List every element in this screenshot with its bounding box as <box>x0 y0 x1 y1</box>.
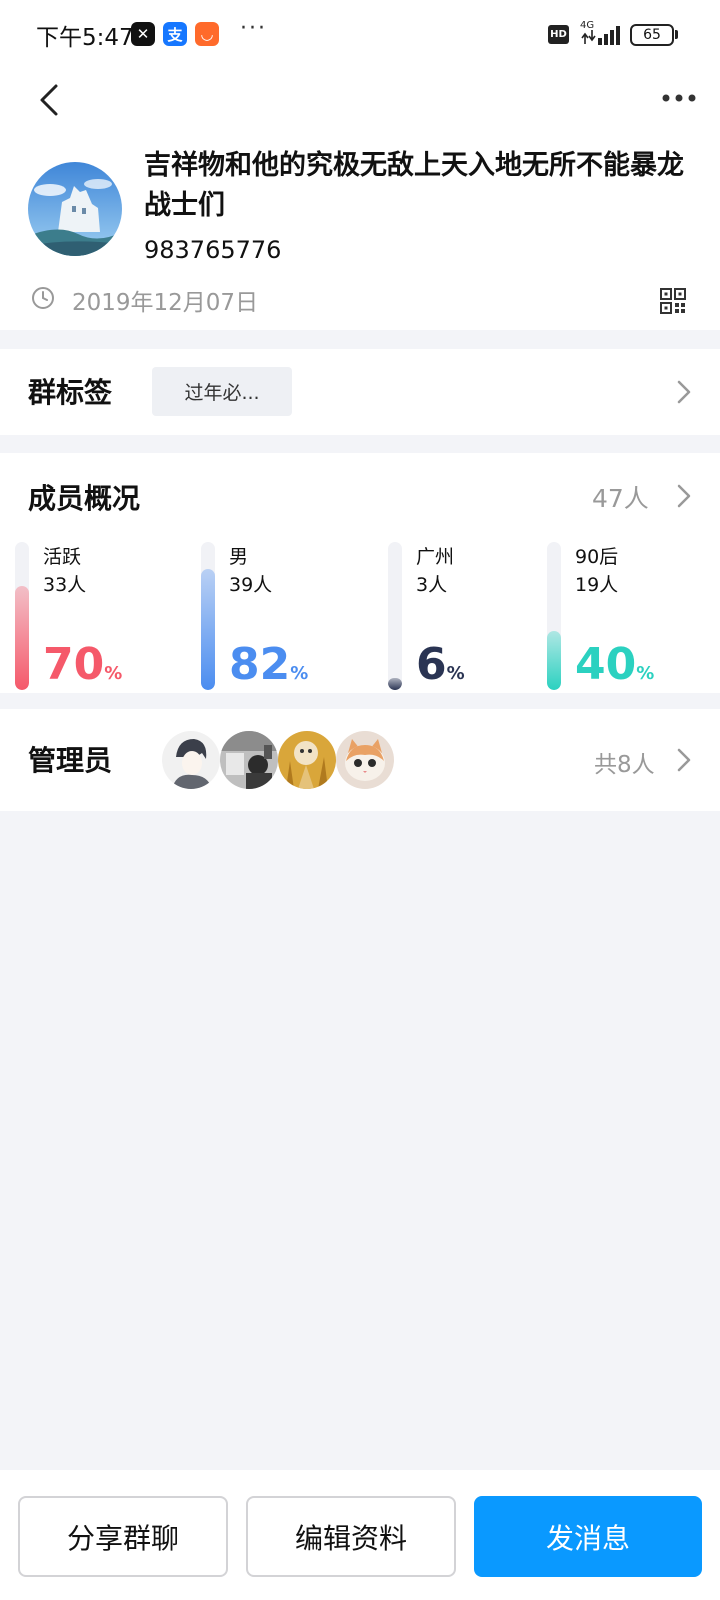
chevron-right-icon <box>677 748 691 772</box>
group-tags-row[interactable]: 群标签 过年必... <box>0 349 720 435</box>
send-message-button[interactable]: 发消息 <box>474 1496 702 1577</box>
stat-percent-value: 70 <box>43 639 105 690</box>
admin-avatar <box>220 731 278 789</box>
admins-row[interactable]: 管理员 共8人 <box>0 709 720 811</box>
edit-profile-button[interactable]: 编辑资料 <box>246 1496 456 1577</box>
stat-percent-value: 82 <box>229 639 291 690</box>
stat-label: 活跃 <box>43 546 82 568</box>
stat-bar-track <box>547 542 561 690</box>
group-id: 983765776 <box>144 236 282 264</box>
hd-icon: HD <box>548 25 569 44</box>
status-time: 下午5:47 <box>36 25 134 51</box>
stat-count: 39人 <box>229 574 273 596</box>
bottom-action-bar: 分享群聊 编辑资料 发消息 <box>0 1470 720 1600</box>
group-header: 吉祥物和他的究极无敌上天入地无所不能暴龙战士们 983765776 2019年1… <box>0 70 720 330</box>
stat-percent-value: 40 <box>575 639 637 690</box>
stat-count: 3人 <box>416 574 448 596</box>
stat-percent: 70% <box>43 640 122 699</box>
capcut-icon: ✕ <box>131 22 155 46</box>
stat-label: 男 <box>229 546 249 568</box>
battery-icon: 65 <box>630 24 674 46</box>
status-bar: 下午5:47 ✕ 支 ◡ ··· HD 4G 65 <box>0 0 720 70</box>
group-name: 吉祥物和他的究极无敌上天入地无所不能暴龙战士们 <box>144 150 684 221</box>
stat-percent: 6% <box>416 640 465 699</box>
battery-level: 65 <box>643 27 661 43</box>
qr-code-icon[interactable] <box>660 288 686 314</box>
admin-count: 共8人 <box>594 752 655 778</box>
stat-bar-fill <box>201 569 215 690</box>
stat-count: 19人 <box>575 574 619 596</box>
stat-bar-fill <box>547 631 561 690</box>
stat-bar-fill <box>388 678 402 690</box>
stat-active: 活跃 33人 70% <box>15 542 185 690</box>
status-more-icon: ··· <box>240 16 267 41</box>
clock-icon <box>32 287 54 309</box>
admin-avatar <box>336 731 394 789</box>
admins-title: 管理员 <box>28 744 113 777</box>
chevron-right-icon <box>677 484 691 508</box>
members-overview[interactable]: 成员概况 47人 活跃 33人 70% 男 39人 82% 广州 3人 6% 9… <box>0 453 720 693</box>
back-icon[interactable] <box>32 80 68 120</box>
stat-count: 33人 <box>43 574 87 596</box>
stat-percent: 40% <box>575 640 654 699</box>
member-count: 47人 <box>592 484 649 513</box>
alipay-icon: 支 <box>163 22 187 46</box>
group-tag-chip[interactable]: 过年必... <box>152 367 292 416</box>
stat-bar-track <box>15 542 29 690</box>
stat-bar-track <box>388 542 402 690</box>
signal-icon <box>581 26 620 45</box>
stat-male: 男 39人 82% <box>201 542 371 690</box>
stat-bar-fill <box>15 586 29 690</box>
stat-age: 90后 19人 40% <box>547 542 717 690</box>
stat-percent-sign: % <box>104 663 123 684</box>
stat-label: 广州 <box>416 546 455 568</box>
stat-label: 90后 <box>575 546 619 568</box>
stat-percent-value: 6 <box>416 639 447 690</box>
taobao-icon: ◡ <box>195 22 219 46</box>
chevron-right-icon <box>677 380 691 404</box>
stat-bar-track <box>201 542 215 690</box>
admin-avatar <box>278 731 336 789</box>
group-tags-title: 群标签 <box>28 376 113 409</box>
battery-cap <box>675 30 678 39</box>
members-title: 成员概况 <box>28 482 141 515</box>
share-group-button[interactable]: 分享群聊 <box>18 1496 228 1577</box>
group-avatar[interactable] <box>28 162 122 256</box>
created-date: 2019年12月07日 <box>72 290 259 316</box>
more-options-icon[interactable] <box>660 86 700 110</box>
stat-percent-sign: % <box>636 663 655 684</box>
admin-avatar <box>162 731 220 789</box>
stat-percent-sign: % <box>446 663 465 684</box>
stat-location: 广州 3人 6% <box>388 542 558 690</box>
stat-percent: 82% <box>229 640 308 699</box>
stat-percent-sign: % <box>290 663 309 684</box>
